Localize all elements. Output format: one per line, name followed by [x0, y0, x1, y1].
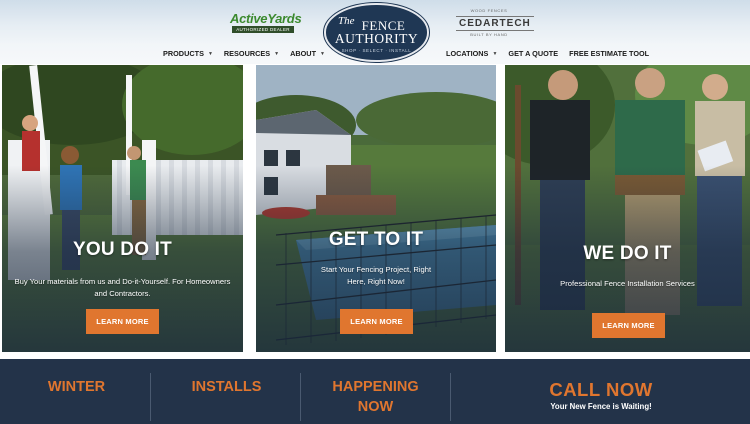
panel-get-to-it[interactable]: GET TO IT Start Your Fencing Project, Ri…	[256, 65, 496, 352]
panel-we-do-it[interactable]: WE DO IT Professional Fence Installation…	[505, 65, 750, 352]
promo-winter[interactable]: WINTER	[20, 377, 133, 397]
promo-installs[interactable]: INSTALLS	[170, 377, 283, 397]
nav-item-get-a-quote[interactable]: GET A QUOTE	[508, 49, 558, 58]
nav-item-label: FREE ESTIMATE TOOL	[569, 49, 650, 58]
divider	[150, 373, 151, 421]
panel-title: GET TO IT	[328, 229, 424, 250]
panel-description: Buy Your materials from us and Do-it-You…	[14, 277, 231, 298]
cedartech-logo-bottom: BUILT BY HAND	[470, 32, 508, 37]
panel-title: YOU DO IT	[73, 239, 172, 260]
promo-line: NOW	[357, 399, 394, 415]
nav-item-free-estimate-tool[interactable]: FREE ESTIMATE TOOL	[569, 49, 649, 58]
call-now-link[interactable]: CALL NOW	[549, 379, 653, 401]
learn-more-button[interactable]: LEARN MORE	[592, 313, 665, 338]
cedartech-logo[interactable]: WOOD FENCES CEDARTECH BUILT BY HAND	[456, 8, 534, 42]
panel-description: Professional Fence Installation Services	[560, 279, 695, 288]
panel-description: Start Your Fencing Project, Right Here, …	[320, 265, 432, 286]
site-header: ActiveYards AUTHORIZED DEALER The FENCE …	[0, 0, 750, 64]
activeyards-logo-name: ActiveYards	[230, 11, 302, 26]
learn-more-button[interactable]: LEARN MORE	[86, 309, 159, 334]
panel-you-do-it[interactable]: YOU DO IT Buy Your materials from us and…	[2, 65, 243, 352]
nav-item-about[interactable]: ABOUT ▼	[290, 49, 325, 58]
panel-title: WE DO IT	[583, 243, 672, 264]
nav-item-label: LOCATIONS	[446, 49, 489, 58]
nav-item-resources[interactable]: RESOURCES ▼	[224, 49, 279, 58]
nav-item-label: PRODUCTS	[163, 49, 204, 58]
cedartech-logo-name: CEDARTECH	[456, 16, 534, 31]
main-nav-right: LOCATIONS ▼ GET A QUOTE FREE ESTIMATE TOO…	[446, 49, 660, 58]
chevron-down-icon: ▼	[492, 50, 498, 57]
fence-authority-logo[interactable]: The FENCE AUTHORITY SHOP · SELECT · INST…	[324, 3, 429, 62]
learn-more-button[interactable]: LEARN MORE	[340, 309, 413, 334]
activeyards-logo-tagline: AUTHORIZED DEALER	[232, 26, 294, 33]
panel-shade	[505, 65, 750, 352]
logo-tagline: SHOP · SELECT · INSTALL	[341, 48, 412, 53]
activeyards-logo[interactable]: ActiveYards AUTHORIZED DEALER	[230, 11, 302, 34]
chevron-down-icon: ▼	[207, 50, 213, 57]
promo-footer-bar: WINTER INSTALLS HAPPENING NOW CALL NOW Y…	[0, 359, 750, 424]
promo-line: HAPPENING	[332, 379, 419, 395]
main-nav-left: PRODUCTS ▼ RESOURCES ▼ ABOUT ▼	[163, 49, 336, 58]
chevron-down-icon: ▼	[274, 50, 280, 57]
cedartech-logo-top: WOOD FENCES	[470, 8, 508, 13]
nav-item-products[interactable]: PRODUCTS ▼	[163, 49, 213, 58]
nav-item-label: ABOUT	[290, 49, 317, 58]
divider	[300, 373, 301, 421]
nav-item-label: GET A QUOTE	[508, 49, 559, 58]
promo-line: INSTALLS	[191, 379, 262, 395]
call-now-subtitle: Your New Fence is Waiting!	[550, 402, 652, 411]
promo-line: WINTER	[47, 379, 106, 395]
chevron-down-icon: ▼	[320, 50, 325, 57]
promo-happening-now[interactable]: HAPPENING NOW	[319, 377, 432, 417]
logo-line-authority: AUTHORITY	[334, 31, 419, 46]
nav-item-label: RESOURCES	[223, 49, 271, 58]
nav-item-locations[interactable]: LOCATIONS ▼	[446, 49, 497, 58]
divider	[450, 373, 451, 421]
